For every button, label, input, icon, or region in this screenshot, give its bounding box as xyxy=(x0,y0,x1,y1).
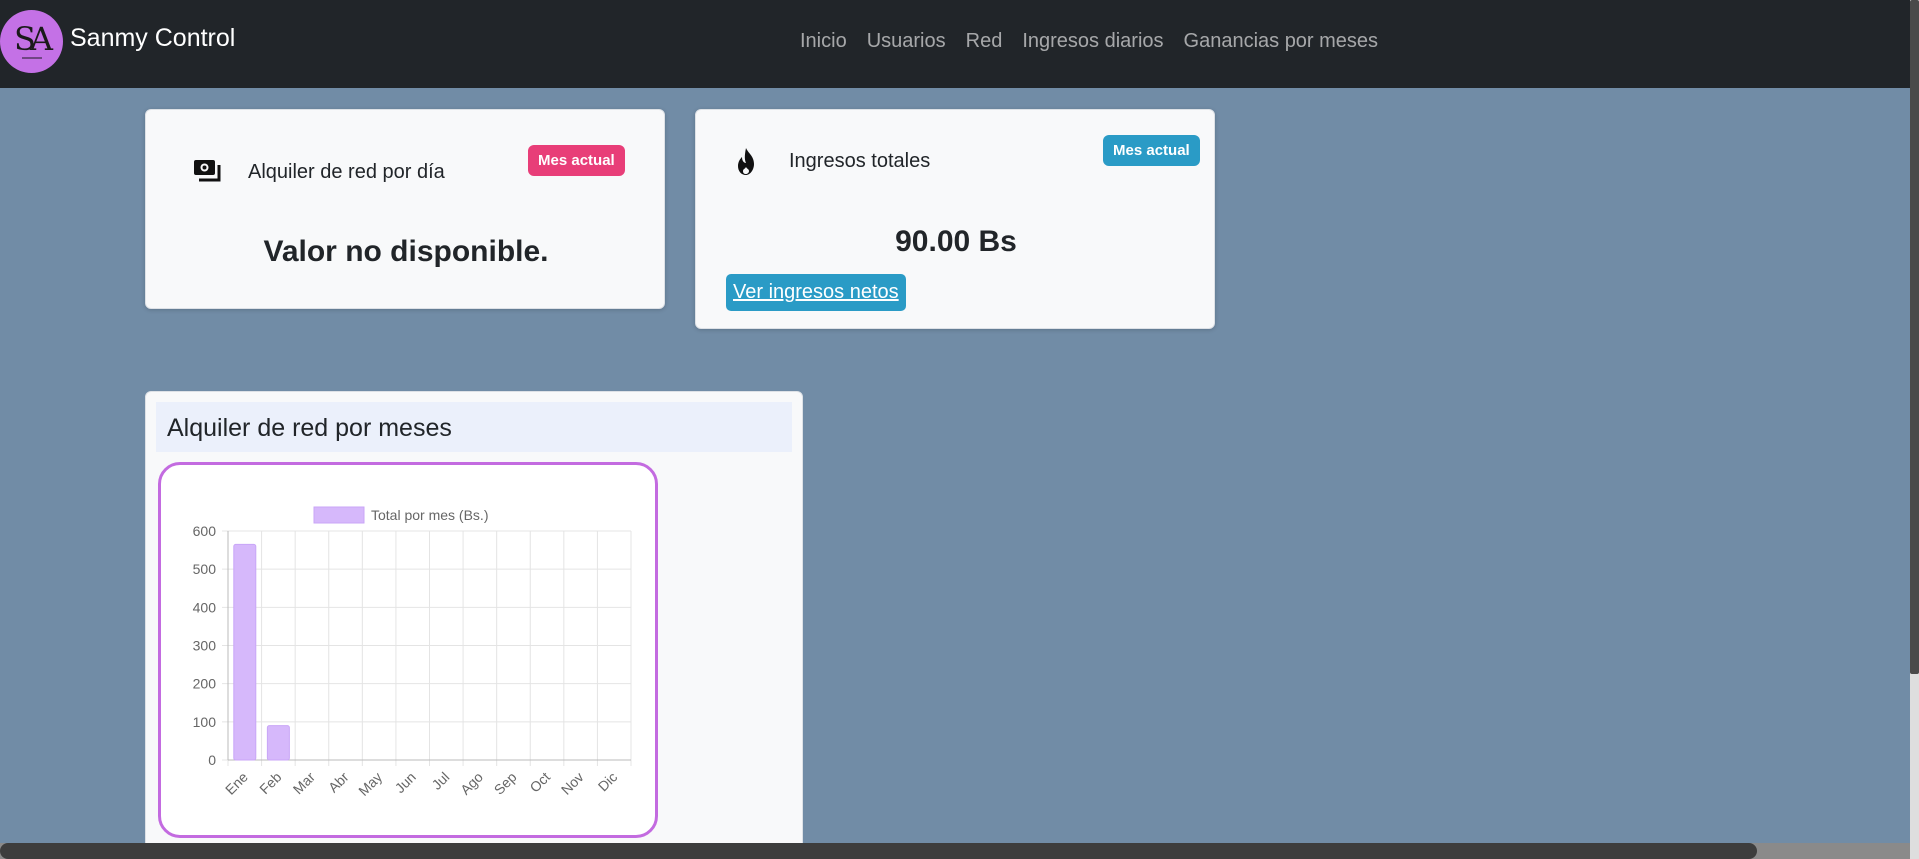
x-tick-label: Nov xyxy=(558,769,587,798)
y-tick-label: 0 xyxy=(208,752,216,768)
y-tick-label: 200 xyxy=(193,676,217,692)
logo[interactable]: SA xyxy=(0,10,63,73)
bar-chart: Total por mes (Bs.) 0 100 200 300 400 500 600 En… xyxy=(193,506,632,799)
brand-name[interactable]: Sanmy Control xyxy=(70,24,235,53)
x-tick-label: Jul xyxy=(428,769,452,793)
current-month-badge: Mes actual xyxy=(528,145,625,176)
chart-frame: Total por mes (Bs.) 0 100 200 300 400 500 600 En… xyxy=(158,462,658,838)
x-tick-label: Ene xyxy=(222,769,251,798)
money-bill-icon xyxy=(193,159,223,188)
vertical-scrollbar-thumb[interactable] xyxy=(1910,0,1919,674)
navbar: SA Sanmy Control Inicio Usuarios Red Ing… xyxy=(0,0,1910,88)
legend-label: Total por mes (Bs.) xyxy=(371,507,488,523)
y-tick-label: 100 xyxy=(193,714,217,730)
total-income-title: Ingresos totales xyxy=(789,150,931,172)
total-income-card: Ingresos totales Mes actual 90.00 Bs Ver… xyxy=(695,109,1215,329)
x-tick-label: May xyxy=(355,769,385,799)
nav-link-ganancias-por-meses[interactable]: Ganancias por meses xyxy=(1184,30,1379,53)
daily-rent-title: Alquiler de red por día xyxy=(248,161,445,183)
y-tick-label: 400 xyxy=(193,599,217,615)
x-tick-label: Jun xyxy=(392,769,419,796)
y-tick-label: 600 xyxy=(193,523,217,539)
view-net-income-button[interactable]: Ver ingresos netos xyxy=(726,274,906,311)
x-tick-label: Sep xyxy=(491,769,520,798)
legend-swatch xyxy=(313,506,365,524)
y-tick-label: 500 xyxy=(193,561,217,577)
nav-link-inicio[interactable]: Inicio xyxy=(800,30,847,53)
x-tick-label: Oct xyxy=(526,769,553,796)
bar-ene xyxy=(233,543,257,761)
total-income-value: 90.00 Bs xyxy=(895,225,1017,258)
nav-link-ingresos-diarios[interactable]: Ingresos diarios xyxy=(1022,30,1163,53)
main-nav: Inicio Usuarios Red Ingresos diarios Gan… xyxy=(800,30,1398,53)
daily-rent-value: Valor no disponible. xyxy=(263,235,549,268)
horizontal-scrollbar-thumb[interactable] xyxy=(0,843,1757,859)
logo-text: SA xyxy=(14,20,53,58)
monthly-rent-chart-card: Alquiler de red por meses Total por mes … xyxy=(145,391,803,859)
bar-feb xyxy=(266,725,290,761)
x-tick-label: Abr xyxy=(325,769,352,796)
daily-rent-card: Alquiler de red por día Mes actual Valor… xyxy=(145,109,665,309)
x-tick-label: Dic xyxy=(595,769,621,795)
chart-card-header: Alquiler de red por meses xyxy=(156,402,792,452)
current-month-badge: Mes actual xyxy=(1103,135,1200,166)
fire-icon xyxy=(734,147,758,182)
y-tick-label: 300 xyxy=(193,638,217,654)
logo-subline xyxy=(22,57,42,59)
nav-link-usuarios[interactable]: Usuarios xyxy=(867,30,946,53)
chart-card-title: Alquiler de red por meses xyxy=(167,414,452,442)
nav-link-red[interactable]: Red xyxy=(966,30,1003,53)
x-tick-label: Ago xyxy=(457,769,486,798)
x-tick-label: Feb xyxy=(256,769,285,798)
x-tick-label: Mar xyxy=(290,769,319,798)
